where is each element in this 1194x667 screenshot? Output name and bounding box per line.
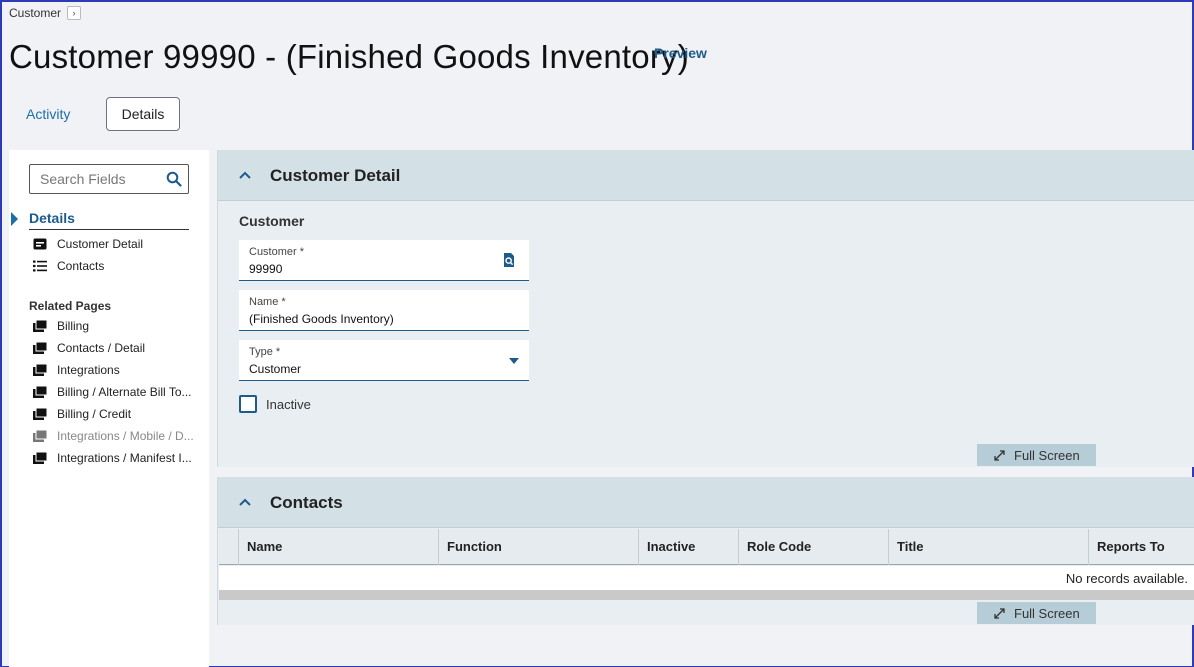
preview-link[interactable]: Preview [654, 45, 707, 61]
pages-icon [33, 408, 47, 420]
chevron-right-icon[interactable]: › [67, 6, 82, 20]
fullscreen-label: Full Screen [1014, 605, 1080, 621]
breadcrumb: Customer › [9, 6, 82, 20]
pages-icon [33, 342, 47, 354]
customer-field[interactable]: Customer * 99990 [239, 240, 529, 281]
lookup-icon[interactable] [501, 252, 517, 268]
empty-message: No records available. [1065, 571, 1188, 586]
related-item-integrations-manifest[interactable]: Integrations / Manifest I... [33, 451, 192, 465]
page-title: Customer 99990 - (Finished Goods Invento… [9, 38, 689, 75]
caret-right-icon [11, 212, 18, 226]
nav-item-customer-detail[interactable]: Customer Detail [33, 237, 143, 251]
customer-detail-title: Customer Detail [270, 166, 401, 185]
nav-item-label: Customer Detail [57, 237, 144, 251]
type-field-label: Type * [249, 346, 281, 358]
pages-icon [33, 364, 47, 376]
tab-details[interactable]: Details [106, 97, 180, 131]
fullscreen-button[interactable]: Full Screen [977, 602, 1096, 624]
type-field-value: Customer [249, 362, 302, 376]
pages-icon [33, 430, 47, 442]
contacts-title: Contacts [270, 493, 343, 512]
column-header-reports-to[interactable]: Reports To [1088, 529, 1194, 565]
nav-details-heading[interactable]: Details [29, 210, 189, 230]
inactive-label: Inactive [266, 397, 311, 412]
column-header-inactive[interactable]: Inactive [638, 529, 738, 565]
related-item-label: Billing [57, 319, 90, 333]
contacts-grid-header: Name Function Inactive Role Code Title R… [219, 529, 1194, 565]
related-item-contacts-detail[interactable]: Contacts / Detail [33, 341, 145, 355]
customer-field-label: Customer * [249, 246, 305, 258]
fullscreen-button[interactable]: Full Screen [977, 444, 1096, 466]
pages-icon [33, 452, 47, 464]
search-input[interactable] [30, 165, 160, 193]
search-fields-box [29, 164, 189, 194]
horizontal-scrollbar[interactable] [219, 590, 1194, 600]
customer-detail-header[interactable]: Customer Detail [218, 150, 1194, 201]
related-item-integrations[interactable]: Integrations [33, 363, 120, 377]
contacts-header[interactable]: Contacts [218, 477, 1194, 528]
pages-icon [33, 386, 47, 398]
breadcrumb-customer[interactable]: Customer [9, 6, 61, 20]
form-icon [33, 238, 47, 250]
column-header-title[interactable]: Title [888, 529, 1088, 565]
list-icon [33, 260, 47, 272]
inactive-checkbox[interactable] [239, 395, 257, 413]
pages-icon [33, 320, 47, 332]
chevron-up-icon[interactable] [238, 495, 252, 509]
caret-down-icon[interactable] [509, 358, 519, 364]
name-field-label: Name * [249, 296, 286, 308]
related-item-label: Integrations / Mobile / D... [57, 429, 194, 443]
customer-field-value: 99990 [249, 262, 283, 276]
related-item-label: Integrations [57, 363, 120, 377]
chevron-up-icon[interactable] [238, 168, 252, 182]
related-item-label: Billing / Credit [57, 407, 132, 421]
fullscreen-label: Full Screen [1014, 447, 1080, 463]
customer-section-label: Customer [239, 213, 305, 229]
left-nav: Details Customer Detail Contacts Related… [9, 150, 209, 667]
expand-icon [994, 449, 1005, 461]
related-item-integrations-mobile: Integrations / Mobile / D... [33, 429, 194, 443]
related-item-billing-alternate[interactable]: Billing / Alternate Bill To... [33, 385, 192, 399]
contacts-panel: Contacts Name Function Inactive Role Cod… [217, 477, 1194, 625]
column-header-role-code[interactable]: Role Code [738, 529, 888, 565]
tab-activity[interactable]: Activity [26, 106, 70, 122]
column-header-name[interactable]: Name [238, 529, 438, 565]
name-field-value: (Finished Goods Inventory) [249, 312, 394, 326]
related-item-label: Billing / Alternate Bill To... [57, 385, 192, 399]
search-icon[interactable] [166, 171, 182, 187]
related-item-label: Integrations / Manifest I... [57, 451, 192, 465]
expand-icon [994, 607, 1005, 619]
column-header-function[interactable]: Function [438, 529, 638, 565]
related-item-label: Contacts / Detail [57, 341, 146, 355]
grid-select-column[interactable] [219, 529, 238, 565]
related-pages-title: Related Pages [29, 299, 112, 313]
nav-item-label: Contacts [57, 259, 105, 273]
customer-detail-panel: Customer Detail Customer Customer * 9999… [217, 150, 1194, 467]
type-dropdown[interactable]: Type * Customer [239, 340, 529, 381]
name-field[interactable]: Name * (Finished Goods Inventory) [239, 290, 529, 331]
contacts-grid-body: No records available. [219, 566, 1194, 590]
related-item-billing[interactable]: Billing [33, 319, 89, 333]
nav-item-contacts[interactable]: Contacts [33, 259, 104, 273]
related-item-billing-credit[interactable]: Billing / Credit [33, 407, 131, 421]
